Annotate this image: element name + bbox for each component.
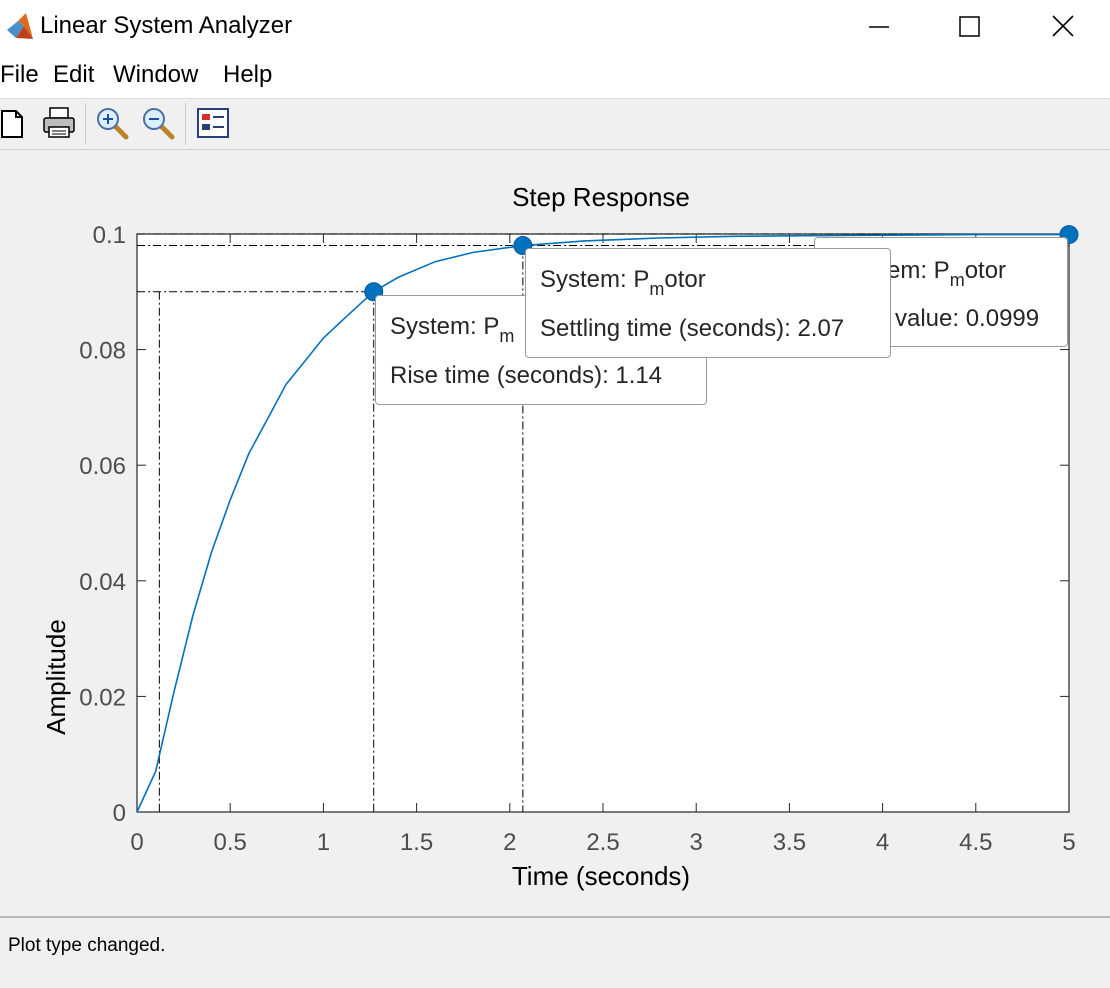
y-axis-label: Amplitude [41, 619, 71, 735]
status-bar: Plot type changed. [0, 916, 1110, 988]
datatip-settling-time[interactable]: System: Pmotor Settling time (seconds): … [525, 248, 891, 358]
plot-area: Step Response 0 0.5 1 1.5 2 2.5 3 3.5 4 4.5 5 0 0.0… [0, 150, 1110, 916]
minimize-icon [869, 26, 889, 28]
x-tick-label: 2.5 [586, 829, 619, 856]
close-icon [1052, 15, 1074, 37]
datatip-steady-system: em: Pmotor [887, 257, 1007, 290]
chart-title: Step Response [512, 182, 690, 212]
y-tick-label: 0.06 [79, 453, 126, 480]
zoom-in-icon [97, 108, 129, 140]
zoom-out-icon [143, 108, 175, 140]
y-tick-labels: 0 0.02 0.04 0.06 0.08 0.1 [79, 222, 126, 827]
minimize-button[interactable] [834, 0, 924, 52]
print-button[interactable] [42, 105, 78, 141]
x-tick-label: 3.5 [773, 829, 806, 856]
zoom-in-button[interactable] [94, 105, 130, 141]
toolbar [0, 99, 1110, 150]
status-text: Plot type changed. [8, 935, 166, 956]
toolbar-separator [85, 103, 86, 145]
menu-help[interactable]: Help [223, 60, 272, 90]
new-document-icon [1, 110, 23, 138]
datatip-rise-system: System: Pm [390, 313, 515, 346]
title-bar: Linear System Analyzer [0, 0, 1110, 52]
zoom-out-button[interactable] [140, 105, 176, 141]
x-tick-label: 1 [317, 829, 330, 856]
x-tick-labels: 0 0.5 1 1.5 2 2.5 3 3.5 4 4.5 5 [130, 829, 1075, 856]
x-tick-label: 3 [690, 829, 703, 856]
y-tick-label: 0.1 [93, 222, 126, 249]
y-tick-label: 0 [113, 800, 126, 827]
x-tick-label: 5 [1062, 829, 1075, 856]
window-title: Linear System Analyzer [40, 12, 293, 39]
datatip-rise-value: Rise time (seconds): 1.14 [390, 362, 663, 389]
x-tick-label: 4.5 [959, 829, 992, 856]
print-icon [43, 107, 75, 138]
menu-file[interactable]: File [0, 60, 39, 90]
x-tick-label: 4 [876, 829, 889, 856]
datatip-settling-system: System: Pmotor [540, 266, 706, 299]
plot-configuration-button[interactable] [195, 105, 231, 141]
x-tick-label: 2 [503, 829, 516, 856]
maximize-button[interactable] [924, 0, 1014, 52]
matlab-logo-icon [7, 13, 33, 39]
menu-edit[interactable]: Edit [53, 60, 94, 90]
datatip-settling-value: Settling time (seconds): 2.07 [540, 315, 845, 342]
x-tick-label: 1.5 [400, 829, 433, 856]
datatip-steady-value: value: 0.0999 [895, 305, 1040, 332]
maximize-icon [959, 16, 980, 37]
x-tick-label: 0.5 [214, 829, 247, 856]
toolbar-separator [185, 103, 186, 145]
plot-configuration-icon [197, 108, 229, 138]
x-axis-label: Time (seconds) [512, 861, 690, 891]
y-tick-label: 0.04 [79, 569, 126, 596]
y-tick-label: 0.08 [79, 338, 126, 365]
menu-bar: File Edit Window Help [0, 52, 1110, 99]
y-tick-label: 0.02 [79, 684, 126, 711]
menu-window[interactable]: Window [113, 60, 198, 90]
new-document-button[interactable] [0, 105, 36, 141]
x-tick-label: 0 [130, 829, 143, 856]
close-button[interactable] [1020, 0, 1110, 52]
